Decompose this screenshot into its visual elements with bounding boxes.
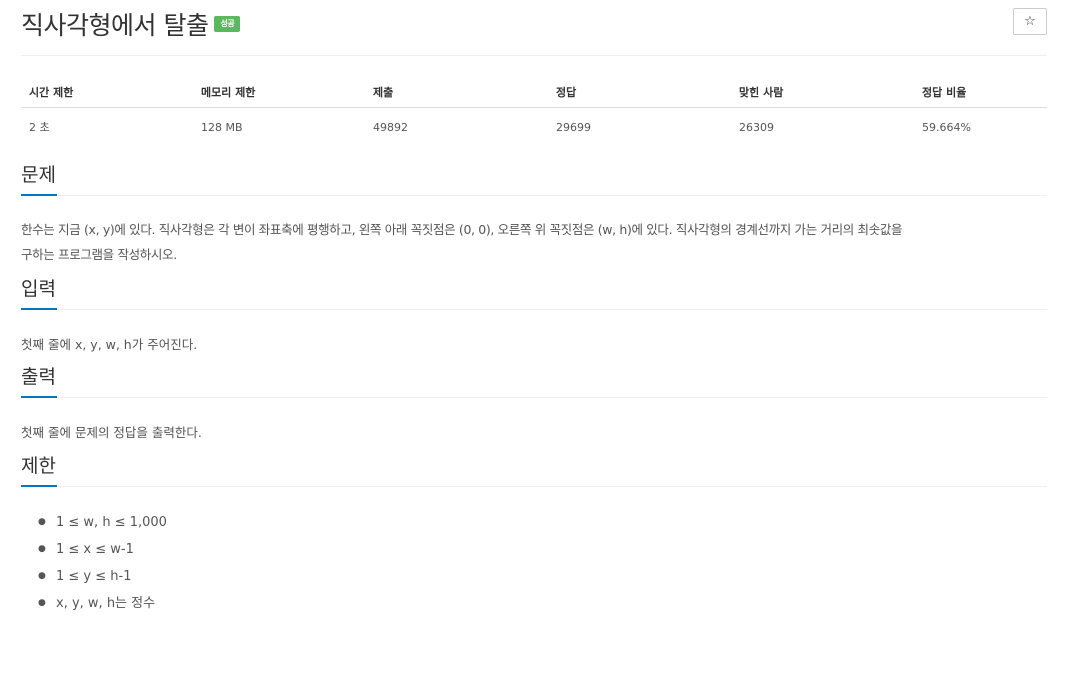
limit-text: x, y, w, h는 정수	[56, 596, 156, 611]
section-underline	[21, 194, 57, 196]
header-solved-users: 맞힌 사람	[731, 80, 914, 108]
section-underline	[21, 485, 57, 487]
limits-section: 제한 ● 1 ≤ w, h ≤ 1,000 ● 1 ≤ x ≤ w-1 ● 1 ≤ y…	[21, 446, 1047, 617]
problem-info-table: 시간 제한 메모리 제한 제출 정답 맞힌 사람 정답 비율 2 초 128 M…	[21, 80, 1047, 145]
output-title: 출력	[21, 366, 56, 388]
info-value-row: 2 초 128 MB 49892 29699 26309 59.664%	[21, 108, 1047, 146]
description-section: 문제 한수는 지금 (x, y)에 있다. 직사각형은 각 변이 좌표축에 평행…	[21, 155, 1047, 267]
limit-text: 1 ≤ x ≤ w-1	[56, 542, 134, 557]
description-line: 한수는 지금 (x, y)에 있다. 직사각형은 각 변이 좌표축에 평행하고,…	[21, 222, 903, 237]
problem-title-row: 직사각형에서 탈출 성공	[21, 6, 241, 42]
list-item: ● 1 ≤ w, h ≤ 1,000	[38, 515, 167, 530]
problem-header: 직사각형에서 탈출 성공 ☆	[21, 0, 1047, 56]
status-badge: 성공	[214, 16, 241, 32]
value-submissions: 49892	[373, 120, 408, 134]
star-icon: ☆	[1024, 14, 1036, 29]
list-item: ● 1 ≤ x ≤ w-1	[38, 542, 134, 557]
output-body: 첫째 줄에 문제의 정답을 출력한다.	[21, 425, 202, 440]
section-underline	[21, 308, 57, 310]
description-title: 문제	[21, 164, 56, 186]
problem-title: 직사각형에서 탈출	[21, 11, 209, 40]
input-body: 첫째 줄에 x, y, w, h가 주어진다.	[21, 337, 198, 352]
input-heading: 입력	[21, 269, 1047, 310]
description-body: 한수는 지금 (x, y)에 있다. 직사각형은 각 변이 좌표축에 평행하고,…	[21, 217, 1047, 267]
list-item: ● x, y, w, h는 정수	[38, 596, 156, 611]
value-memory-limit: 128 MB	[201, 120, 243, 134]
output-section: 출력 첫째 줄에 문제의 정답을 출력한다.	[21, 357, 1047, 445]
star-button[interactable]: ☆	[1013, 8, 1047, 35]
info-header-row: 시간 제한 메모리 제한 제출 정답 맞힌 사람 정답 비율	[21, 80, 1047, 108]
header-accepted: 정답	[548, 80, 731, 108]
description-heading: 문제	[21, 155, 1047, 196]
value-time-limit: 2 초	[29, 121, 50, 134]
list-item: ● 1 ≤ y ≤ h-1	[38, 569, 132, 584]
problem-page: 직사각형에서 탈출 성공 ☆ 시간 제한 메모리 제한 제출 정답 맞힌 사람 정…	[21, 0, 1047, 617]
header-memory-limit: 메모리 제한	[193, 80, 365, 108]
output-heading: 출력	[21, 357, 1047, 398]
header-time-limit: 시간 제한	[21, 80, 193, 108]
header-submissions: 제출	[365, 80, 548, 108]
header-accept-ratio: 정답 비율	[914, 80, 1047, 108]
value-accept-ratio: 59.664%	[922, 120, 971, 134]
description-line: 구하는 프로그램을 작성하시오.	[21, 247, 177, 262]
input-title: 입력	[21, 278, 56, 300]
limit-text: 1 ≤ y ≤ h-1	[56, 569, 132, 584]
limits-heading: 제한	[21, 446, 1047, 487]
limit-text: 1 ≤ w, h ≤ 1,000	[56, 515, 167, 530]
limits-title: 제한	[21, 455, 56, 477]
value-accepted: 29699	[556, 120, 591, 134]
input-section: 입력 첫째 줄에 x, y, w, h가 주어진다.	[21, 269, 1047, 357]
section-underline	[21, 396, 57, 398]
limits-list: ● 1 ≤ w, h ≤ 1,000 ● 1 ≤ x ≤ w-1 ● 1 ≤ y ≤ …	[21, 509, 1047, 617]
value-solved-users: 26309	[739, 120, 774, 134]
